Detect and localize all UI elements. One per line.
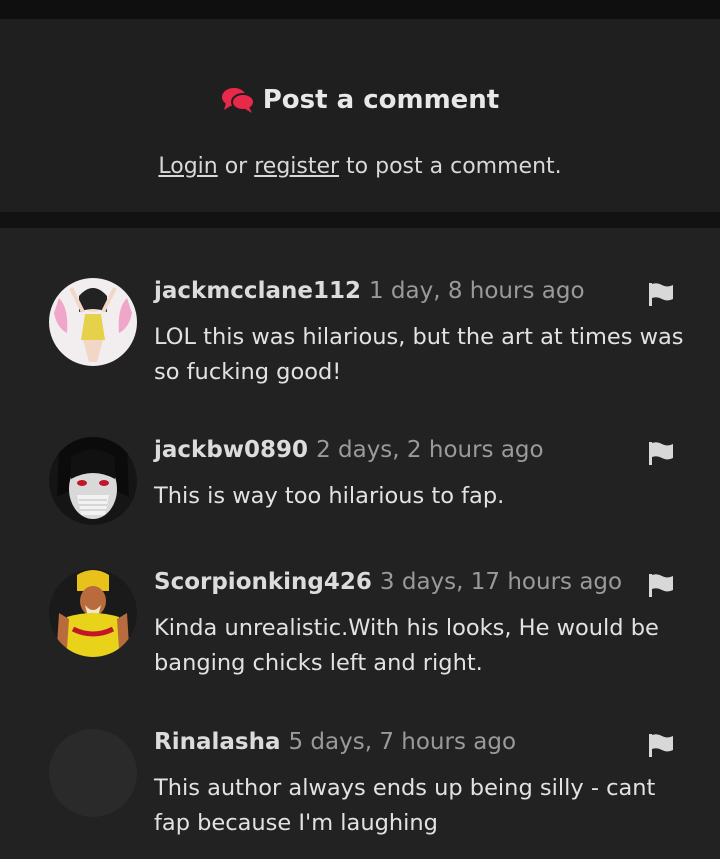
comment-username[interactable]: Rinalasha: [154, 729, 280, 755]
flag-icon[interactable]: [647, 280, 675, 308]
section-divider: [0, 212, 720, 228]
comment-text: Kinda unrealistic.With his looks, He wou…: [154, 615, 659, 676]
register-link[interactable]: register: [254, 154, 339, 179]
comment-text: This is way too hilarious to fap.: [154, 483, 505, 509]
comment-meta: Scorpionking426 3 days, 17 hours ago: [154, 569, 622, 595]
avatar[interactable]: [49, 278, 137, 366]
comment-timestamp: 1 day, 8 hours ago: [368, 278, 585, 304]
comment-meta: jackmcclane112 1 day, 8 hours ago: [154, 278, 585, 304]
login-prompt: Login or register to post a comment.: [0, 154, 720, 179]
flag-icon[interactable]: [647, 571, 675, 599]
comments-icon: [221, 86, 255, 114]
comment-list: jackmcclane112 1 day, 8 hours ago LOL thi…: [0, 228, 720, 859]
comment-timestamp: 5 days, 7 hours ago: [288, 729, 517, 755]
top-bar: [0, 0, 720, 19]
post-comment-section: Post a comment Login or register to post…: [0, 19, 720, 212]
flag-icon[interactable]: [647, 439, 675, 467]
avatar[interactable]: [49, 437, 137, 525]
comment-username[interactable]: jackmcclane112: [154, 278, 361, 304]
or-text: or: [217, 154, 255, 179]
comment-text: LOL this was hilarious, but the art at t…: [154, 324, 684, 385]
comment-text: This author always ends up being silly -…: [154, 775, 656, 836]
comment-username[interactable]: jackbw0890: [154, 437, 308, 463]
avatar[interactable]: [49, 729, 137, 817]
login-suffix-text: to post a comment.: [339, 154, 562, 179]
comment-meta: jackbw0890 2 days, 2 hours ago: [154, 437, 544, 463]
login-link[interactable]: Login: [158, 154, 217, 179]
comment-meta: Rinalasha 5 days, 7 hours ago: [154, 729, 516, 755]
flag-icon[interactable]: [647, 731, 675, 759]
avatar[interactable]: [49, 569, 137, 657]
comment-timestamp: 2 days, 2 hours ago: [316, 437, 544, 463]
comment-username[interactable]: Scorpionking426: [154, 569, 372, 595]
post-comment-title: Post a comment: [262, 85, 500, 115]
post-comment-heading: Post a comment: [0, 85, 720, 115]
comment-timestamp: 3 days, 17 hours ago: [379, 569, 623, 595]
